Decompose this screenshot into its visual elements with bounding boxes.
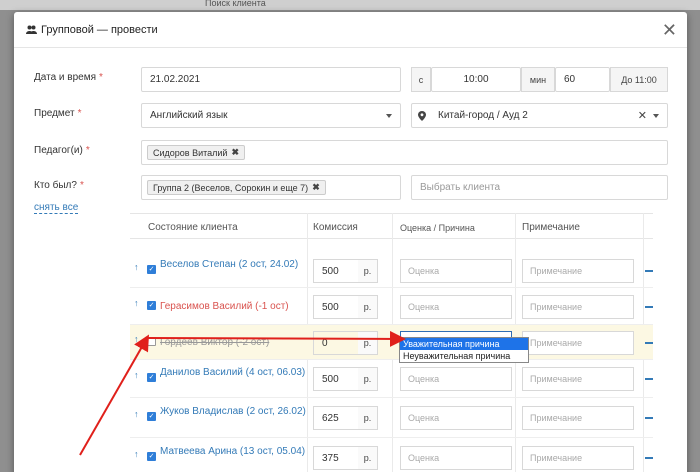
commission-input[interactable]: 375 bbox=[313, 446, 359, 470]
commission-input[interactable]: 0 bbox=[313, 331, 359, 355]
teacher-tag: Сидоров Виталий ✖ bbox=[147, 145, 245, 160]
client-name[interactable]: Герасимов Василий (-1 ост) bbox=[160, 300, 310, 313]
currency-label: р. bbox=[358, 367, 378, 391]
grade-input[interactable]: Оценка bbox=[400, 259, 512, 283]
background-toolbar: Поиск клиента bbox=[0, 0, 700, 10]
end-time: До 11:00 bbox=[610, 67, 668, 92]
client-name[interactable]: Гордеев Виктор (-2 ост) bbox=[160, 336, 310, 349]
subject-label: Предмет * bbox=[34, 108, 82, 119]
table-row: ↑ ✓ Веселов Степан (2 ост, 24.02) 500 р. Оцен… bbox=[130, 254, 653, 288]
client-name[interactable]: Веселов Степан (2 ост, 24.02) bbox=[160, 258, 310, 271]
currency-label: р. bbox=[358, 446, 378, 470]
grade-input[interactable]: Оценка bbox=[400, 446, 512, 470]
chevron-down-icon bbox=[653, 113, 659, 118]
header-state: Состояние клиента bbox=[148, 222, 238, 233]
group-field[interactable]: Группа 2 (Веселов, Сорокин и еще 7) ✖ bbox=[141, 175, 401, 200]
move-up-icon[interactable]: ↑ bbox=[134, 409, 139, 419]
chevron-down-icon bbox=[386, 113, 392, 118]
attendance-checkbox[interactable]: ✓ bbox=[147, 412, 156, 421]
modal-title-text: Групповой — провести bbox=[41, 23, 158, 36]
reason-dropdown-list[interactable]: Уважительная причина Неуважительная прич… bbox=[399, 337, 529, 363]
header-commission: Комиссия bbox=[313, 222, 358, 233]
modal-title: Групповой — провести bbox=[26, 24, 158, 36]
note-input[interactable]: Примечание bbox=[522, 406, 634, 430]
commission-input[interactable]: 500 bbox=[313, 295, 359, 319]
background-search-text: Поиск клиента bbox=[205, 0, 266, 8]
remove-row-icon[interactable] bbox=[645, 417, 653, 419]
move-up-icon[interactable]: ↑ bbox=[134, 262, 139, 272]
grade-input[interactable]: Оценка bbox=[400, 406, 512, 430]
remove-row-icon[interactable] bbox=[645, 378, 653, 380]
map-pin-icon bbox=[418, 110, 426, 121]
uncheck-all-link[interactable]: снять все bbox=[34, 202, 79, 214]
remove-tag-icon[interactable]: ✖ bbox=[312, 182, 320, 193]
attendance-checkbox[interactable]: ✓ bbox=[147, 301, 156, 310]
close-icon[interactable]: ✕ bbox=[662, 20, 677, 41]
commission-input[interactable]: 500 bbox=[313, 259, 359, 283]
modal-header: Групповой — провести ✕ bbox=[14, 12, 687, 48]
client-select[interactable]: Выбрать клиента bbox=[411, 175, 668, 200]
table-row: ↑ ✓ Жуков Владислав (2 ост, 26.02) 625 р. Оце… bbox=[130, 398, 653, 438]
move-up-icon[interactable]: ↑ bbox=[134, 334, 139, 344]
note-input[interactable]: Примечание bbox=[522, 331, 634, 355]
commission-input[interactable]: 500 bbox=[313, 367, 359, 391]
client-name[interactable]: Жуков Владислав (2 ост, 26.02) bbox=[160, 405, 310, 418]
currency-label: р. bbox=[358, 259, 378, 283]
attendance-checkbox[interactable]: ✓ bbox=[147, 265, 156, 274]
move-up-icon[interactable]: ↑ bbox=[134, 370, 139, 380]
commission-input[interactable]: 625 bbox=[313, 406, 359, 430]
dropdown-option-valid[interactable]: Уважительная причина bbox=[400, 338, 528, 350]
currency-label: р. bbox=[358, 295, 378, 319]
time-input[interactable]: 10:00 bbox=[431, 67, 521, 92]
table-row: ↑ ✓ Матвеева Арина (13 ост, 05.04) 375 р. Оце… bbox=[130, 438, 653, 472]
attendance-checkbox[interactable]: ✓ bbox=[147, 452, 156, 461]
location-select[interactable]: Китай-город / Ауд 2 ✕ bbox=[411, 103, 668, 128]
remove-row-icon[interactable] bbox=[645, 306, 653, 308]
remove-row-icon[interactable] bbox=[645, 457, 653, 459]
location-value: Китай-город / Ауд 2 bbox=[438, 110, 528, 121]
client-placeholder: Выбрать клиента bbox=[420, 182, 501, 193]
header-note: Примечание bbox=[522, 222, 580, 233]
attendance-checkbox[interactable]: ✓ bbox=[147, 373, 156, 382]
teacher-label: Педагог(и) * bbox=[34, 145, 90, 156]
subject-value: Английский язык bbox=[150, 110, 228, 121]
attendance-label: Кто был? * bbox=[34, 180, 84, 191]
move-up-icon[interactable]: ↑ bbox=[134, 298, 139, 308]
date-label: Дата и время * bbox=[34, 72, 103, 83]
grade-input[interactable]: Оценка bbox=[400, 367, 512, 391]
client-name[interactable]: Данилов Василий (4 ост, 06.03) bbox=[160, 366, 310, 379]
move-up-icon[interactable]: ↑ bbox=[134, 449, 139, 459]
min-label: мин bbox=[521, 67, 555, 92]
time-prefix: с bbox=[411, 67, 431, 92]
table-row: ↑ ✓ Данилов Василий (4 ост, 06.03) 500 р. Оце… bbox=[130, 360, 653, 398]
remove-row-icon[interactable] bbox=[645, 270, 653, 272]
client-name[interactable]: Матвеева Арина (13 ост, 05.04) bbox=[160, 445, 310, 458]
remove-tag-icon[interactable]: ✖ bbox=[231, 147, 239, 158]
table-row: ↑ ✓ Герасимов Василий (-1 ост) 500 р. Оценка П… bbox=[130, 288, 653, 325]
date-input[interactable]: 21.02.2021 bbox=[141, 67, 401, 92]
note-input[interactable]: Примечание bbox=[522, 259, 634, 283]
duration-input[interactable]: 60 bbox=[555, 67, 610, 92]
remove-row-icon[interactable] bbox=[645, 342, 653, 344]
users-icon bbox=[26, 25, 37, 34]
dropdown-option-invalid[interactable]: Неуважительная причина bbox=[400, 350, 528, 362]
teacher-field[interactable]: Сидоров Виталий ✖ bbox=[141, 140, 668, 165]
currency-label: р. bbox=[358, 331, 378, 355]
table-row: ↑ Гордеев Виктор (-2 ост)0р. Уважительная … bbox=[130, 325, 653, 360]
currency-label: р. bbox=[358, 406, 378, 430]
grade-input[interactable]: Оценка bbox=[400, 295, 512, 319]
header-grade: Оценка / Причина bbox=[400, 223, 475, 233]
note-input[interactable]: Примечание bbox=[522, 367, 634, 391]
clear-icon[interactable]: ✕ bbox=[638, 109, 647, 122]
subject-select[interactable]: Английский язык bbox=[141, 103, 401, 128]
note-input[interactable]: Примечание bbox=[522, 295, 634, 319]
note-input[interactable]: Примечание bbox=[522, 446, 634, 470]
attendance-checkbox[interactable] bbox=[147, 337, 156, 346]
group-tag: Группа 2 (Веселов, Сорокин и еще 7) ✖ bbox=[147, 180, 326, 195]
